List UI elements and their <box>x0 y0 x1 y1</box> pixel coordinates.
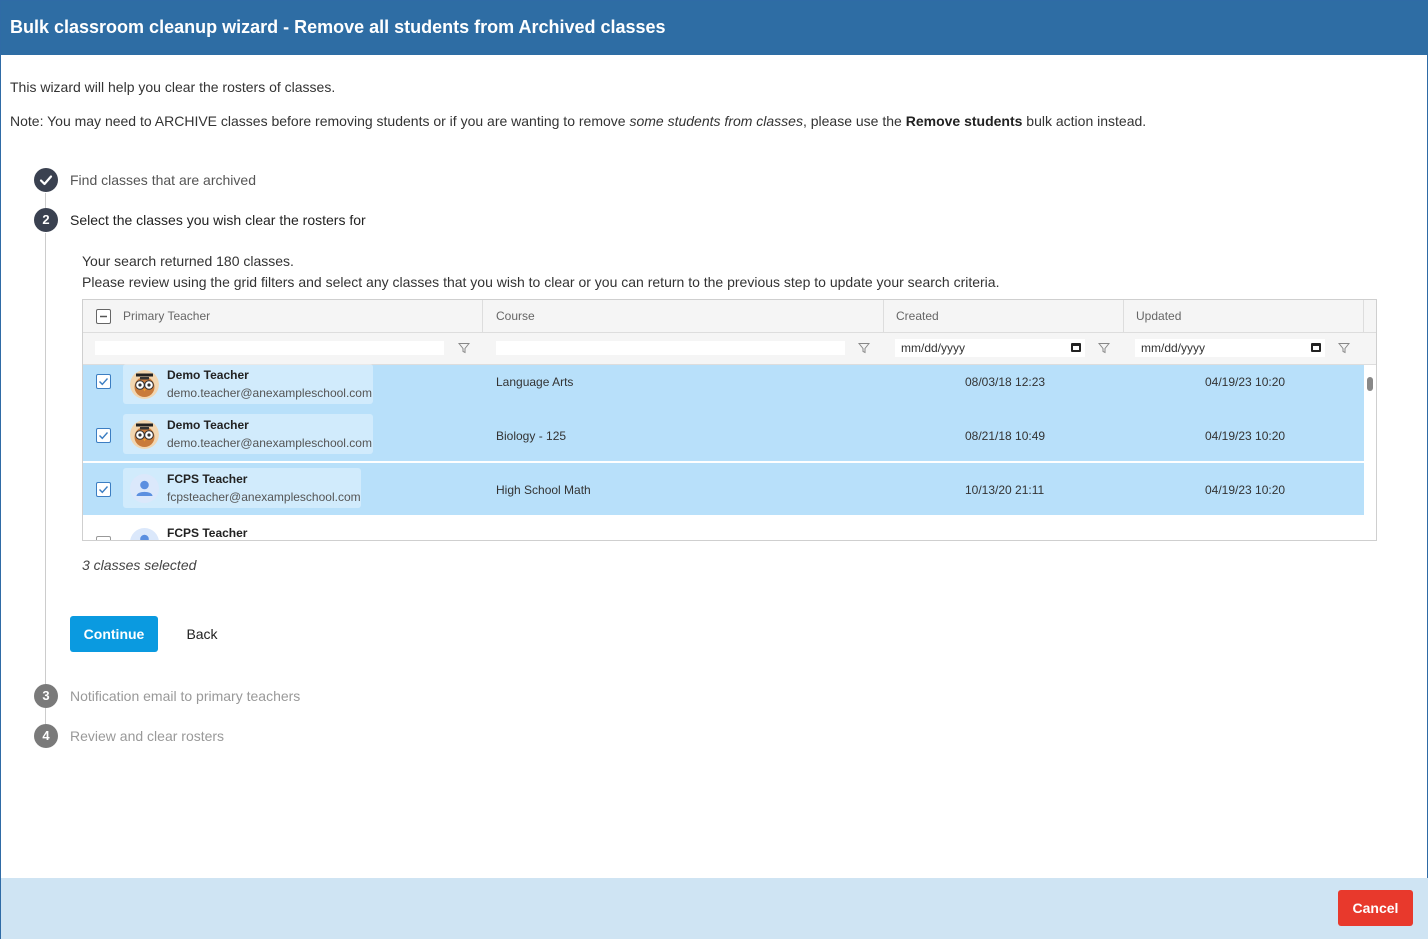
step-connector <box>45 233 46 684</box>
column-primary-teacher[interactable]: Primary Teacher <box>83 300 483 333</box>
step-3-label: Notification email to primary teachers <box>70 688 301 704</box>
step-4-label: Review and clear rosters <box>70 728 225 744</box>
step-connector <box>45 193 46 209</box>
step-connector <box>45 708 46 724</box>
teacher-email: fcpsteacher@anexampleschool.com <box>167 490 361 504</box>
teacher-name: Demo Teacher <box>167 418 249 432</box>
row-checkbox[interactable] <box>96 482 111 497</box>
step-2-number: 2 <box>34 208 58 232</box>
step-4: 4 Review and clear rosters <box>34 724 434 748</box>
title-bar: Bulk classroom cleanup wizard - Remove a… <box>1 1 1428 55</box>
calendar-icon[interactable] <box>1071 343 1081 352</box>
selected-count: 3 classes selected <box>82 557 197 573</box>
grid-filter-row: mm/dd/yyyy mm/dd/yyyy <box>83 333 1376 365</box>
updated-cell: 04/19/23 10:20 <box>1205 375 1286 389</box>
search-result-text: Your search returned 180 classes. <box>82 253 294 269</box>
created-cell: 10/13/20 21:11 <box>965 483 1045 497</box>
teacher-name: FCPS Teacher <box>167 526 248 540</box>
column-label: Primary Teacher <box>123 309 211 323</box>
note-part-d: Remove students <box>905 113 1023 129</box>
column-course[interactable]: Course <box>484 300 884 333</box>
calendar-icon[interactable] <box>1311 343 1321 352</box>
teacher-name: Demo Teacher <box>167 368 249 382</box>
created-cell: 08/03/18 12:23 <box>965 375 1046 389</box>
created-cell: 08/21/18 10:49 <box>965 429 1046 443</box>
updated-cell: 04/19/23 10:20 <box>1205 429 1286 443</box>
updated-date-filter[interactable]: mm/dd/yyyy <box>1135 339 1325 357</box>
note-part-b: some students from classes <box>629 113 803 129</box>
course-filter-input[interactable] <box>496 341 845 355</box>
wizard-title: Bulk classroom cleanup wizard - Remove a… <box>10 17 666 37</box>
table-row[interactable]: FCPS Teacher fcpsteacher@anexampleschool… <box>83 463 1364 516</box>
step-3: 3 Notification email to primary teachers <box>34 684 434 708</box>
step-4-number: 4 <box>34 724 58 748</box>
teacher-card: Demo Teacher demo.teacher@anexampleschoo… <box>123 364 373 404</box>
teacher-card: FCPS Teacher <box>123 522 361 540</box>
grid-scrollbar[interactable] <box>1367 377 1373 391</box>
course-cell: Biology - 125 <box>496 429 567 443</box>
owl-avatar-icon <box>130 370 159 399</box>
column-label: Created <box>896 309 939 323</box>
table-row[interactable]: Demo Teacher demo.teacher@anexampleschoo… <box>83 409 1364 462</box>
select-all-checkbox[interactable] <box>96 309 111 324</box>
column-label: Updated <box>1136 309 1182 323</box>
date-placeholder: mm/dd/yyyy <box>901 341 966 355</box>
person-avatar-icon <box>130 474 159 503</box>
step-1: Find classes that are archived <box>34 168 434 192</box>
back-button[interactable]: Back <box>173 616 231 652</box>
footer-bar: Cancel <box>1 878 1428 939</box>
teacher-email: demo.teacher@anexampleschool.com <box>167 386 372 400</box>
table-row[interactable]: FCPS Teacher <box>83 517 1364 540</box>
intro-note: Note: You may need to ARCHIVE classes be… <box>10 113 1146 129</box>
column-created[interactable]: Created <box>884 300 1124 333</box>
step-2: 2 Select the classes you wish clear the … <box>34 208 434 232</box>
step-2-label: Select the classes you wish clear the ro… <box>70 212 366 228</box>
teacher-card: Demo Teacher demo.teacher@anexampleschoo… <box>123 414 373 454</box>
course-cell: Language Arts <box>496 375 574 389</box>
column-label: Course <box>496 309 535 323</box>
course-cell: High School Math <box>496 483 591 497</box>
teacher-card: FCPS Teacher fcpsteacher@anexampleschool… <box>123 468 361 508</box>
cancel-button[interactable]: Cancel <box>1338 890 1413 926</box>
grid-header: Primary Teacher Course Created Updated <box>83 300 1376 333</box>
filter-icon[interactable] <box>858 342 870 354</box>
note-part-a: Note: You may need to ARCHIVE classes be… <box>10 113 630 129</box>
step-3-number: 3 <box>34 684 58 708</box>
continue-button[interactable]: Continue <box>70 616 158 652</box>
row-checkbox[interactable] <box>96 536 111 540</box>
intro-text: This wizard will help you clear the rost… <box>10 79 336 95</box>
owl-avatar-icon <box>130 420 159 449</box>
teacher-name: FCPS Teacher <box>167 472 248 486</box>
date-placeholder: mm/dd/yyyy <box>1141 341 1206 355</box>
wizard-window: Bulk classroom cleanup wizard - Remove a… <box>0 0 1428 939</box>
column-updated[interactable]: Updated <box>1124 300 1364 333</box>
teacher-email: demo.teacher@anexampleschool.com <box>167 436 372 450</box>
step-1-label: Find classes that are archived <box>70 172 256 188</box>
person-avatar-icon <box>130 528 159 540</box>
row-checkbox[interactable] <box>96 374 111 389</box>
note-part-c: , please use the <box>802 113 906 129</box>
note-part-e: bulk action instead. <box>1022 113 1147 129</box>
row-checkbox[interactable] <box>96 428 111 443</box>
created-date-filter[interactable]: mm/dd/yyyy <box>895 339 1085 357</box>
checkmark-icon <box>34 168 58 192</box>
search-review-text: Please review using the grid filters and… <box>82 274 1000 290</box>
filter-icon[interactable] <box>1098 342 1110 354</box>
filter-icon[interactable] <box>458 342 470 354</box>
updated-cell: 04/19/23 10:20 <box>1205 483 1286 497</box>
classes-grid: Primary Teacher Course Created Updated m… <box>82 299 1377 541</box>
teacher-filter-input[interactable] <box>95 341 444 355</box>
filter-icon[interactable] <box>1338 342 1350 354</box>
